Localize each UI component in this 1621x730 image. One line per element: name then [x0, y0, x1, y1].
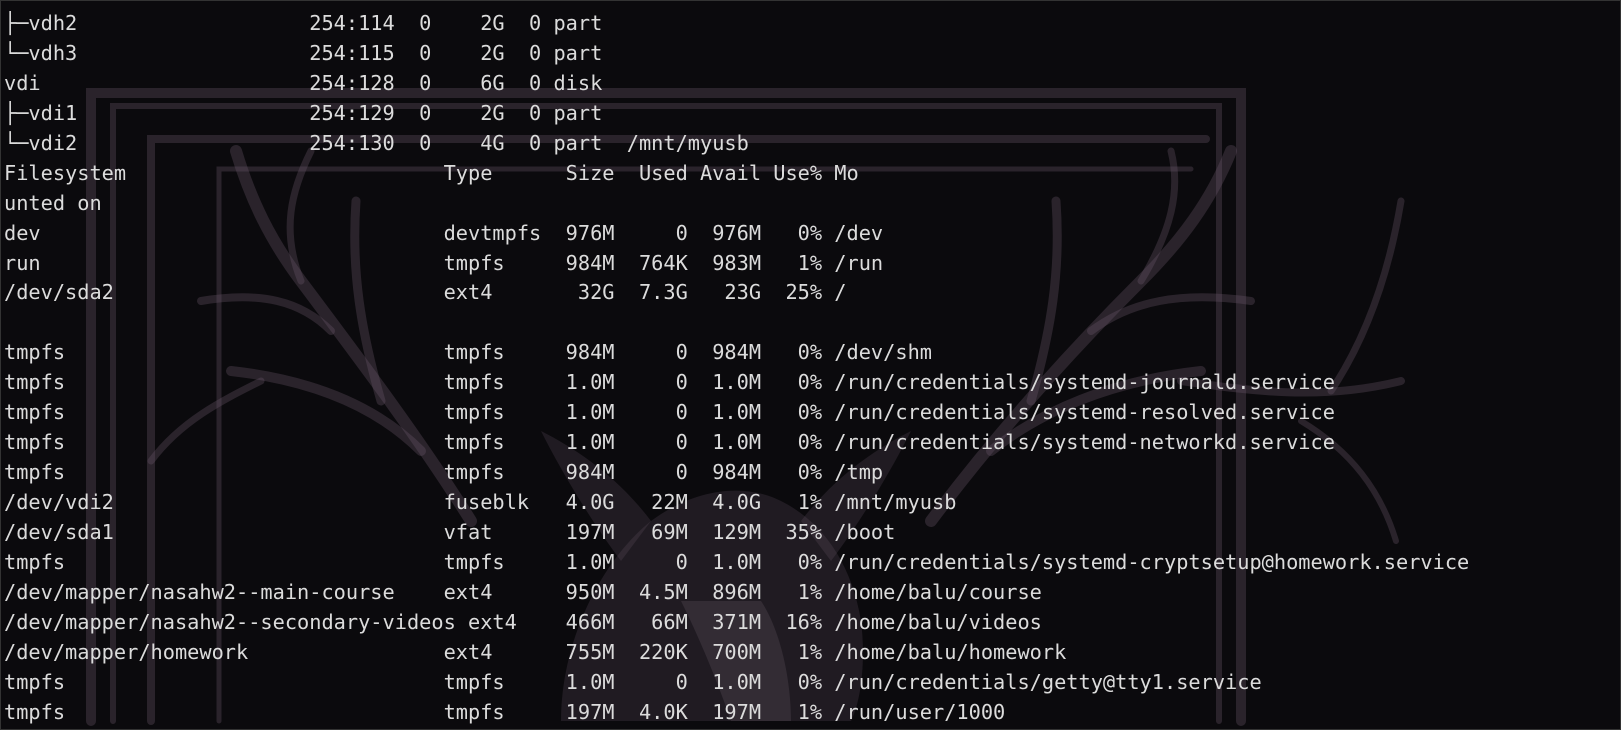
terminal-line-df-main-course: /dev/mapper/nasahw2--main-course ext4 95…: [4, 579, 1042, 604]
terminal-line-df-dev: dev devtmpfs 976M 0 976M 0% /dev: [4, 220, 884, 245]
terminal-line-df-header-wrap: unted on: [4, 190, 102, 215]
terminal-line-df-tmpfs-user: tmpfs tmpfs 197M 4.0K 197M 1% /run/user/…: [4, 699, 1006, 724]
terminal-line-df-homework: /dev/mapper/homework ext4 755M 220K 700M…: [4, 639, 1067, 664]
terminal-line-df-header: Filesystem Type Size Used Avail Use% Mo: [4, 160, 859, 185]
terminal-window[interactable]: ├─vdh2 254:114 0 2G 0 part └─vdh3 254:115…: [0, 0, 1621, 730]
terminal-output[interactable]: ├─vdh2 254:114 0 2G 0 part └─vdh3 254:115…: [4, 9, 1469, 728]
terminal-line-df-tmpfs-networkd: tmpfs tmpfs 1.0M 0 1.0M 0% /run/credenti…: [4, 430, 1335, 455]
terminal-line-df-tmpfs-tmp: tmpfs tmpfs 984M 0 984M 0% /tmp: [4, 460, 884, 485]
terminal-line-lsblk-vdi1: ├─vdi1 254:129 0 2G 0 part: [4, 100, 603, 125]
terminal-line-lsblk-vdi: vdi 254:128 0 6G 0 disk: [4, 70, 603, 95]
terminal-line-df-sda1: /dev/sda1 vfat 197M 69M 129M 35% /boot: [4, 519, 896, 544]
terminal-line-df-tmpfs-getty: tmpfs tmpfs 1.0M 0 1.0M 0% /run/credenti…: [4, 669, 1262, 694]
terminal-line-df-run: run tmpfs 984M 764K 983M 1% /run: [4, 250, 884, 275]
terminal-line-lsblk-vdh3: └─vdh3 254:115 0 2G 0 part: [4, 40, 603, 65]
terminal-line-df-tmpfs-resolved: tmpfs tmpfs 1.0M 0 1.0M 0% /run/credenti…: [4, 400, 1335, 425]
terminal-line-lsblk-vdh2: ├─vdh2 254:114 0 2G 0 part: [4, 11, 603, 35]
terminal-line-df-tmpfs-cryptsetup: tmpfs tmpfs 1.0M 0 1.0M 0% /run/credenti…: [4, 549, 1470, 574]
terminal-line-df-secondary-videos: /dev/mapper/nasahw2--secondary-videos ex…: [4, 609, 1042, 634]
terminal-line-df-tmpfs-shm: tmpfs tmpfs 984M 0 984M 0% /dev/shm: [4, 340, 932, 365]
terminal-line-lsblk-vdi2: └─vdi2 254:130 0 4G 0 part /mnt/myusb: [4, 130, 749, 155]
terminal-line-df-sda2: /dev/sda2 ext4 32G 7.3G 23G 25% /: [4, 280, 847, 305]
terminal-line-df-vdi2: /dev/vdi2 fuseblk 4.0G 22M 4.0G 1% /mnt/…: [4, 490, 957, 514]
terminal-line-df-tmpfs-journald: tmpfs tmpfs 1.0M 0 1.0M 0% /run/credenti…: [4, 370, 1335, 395]
